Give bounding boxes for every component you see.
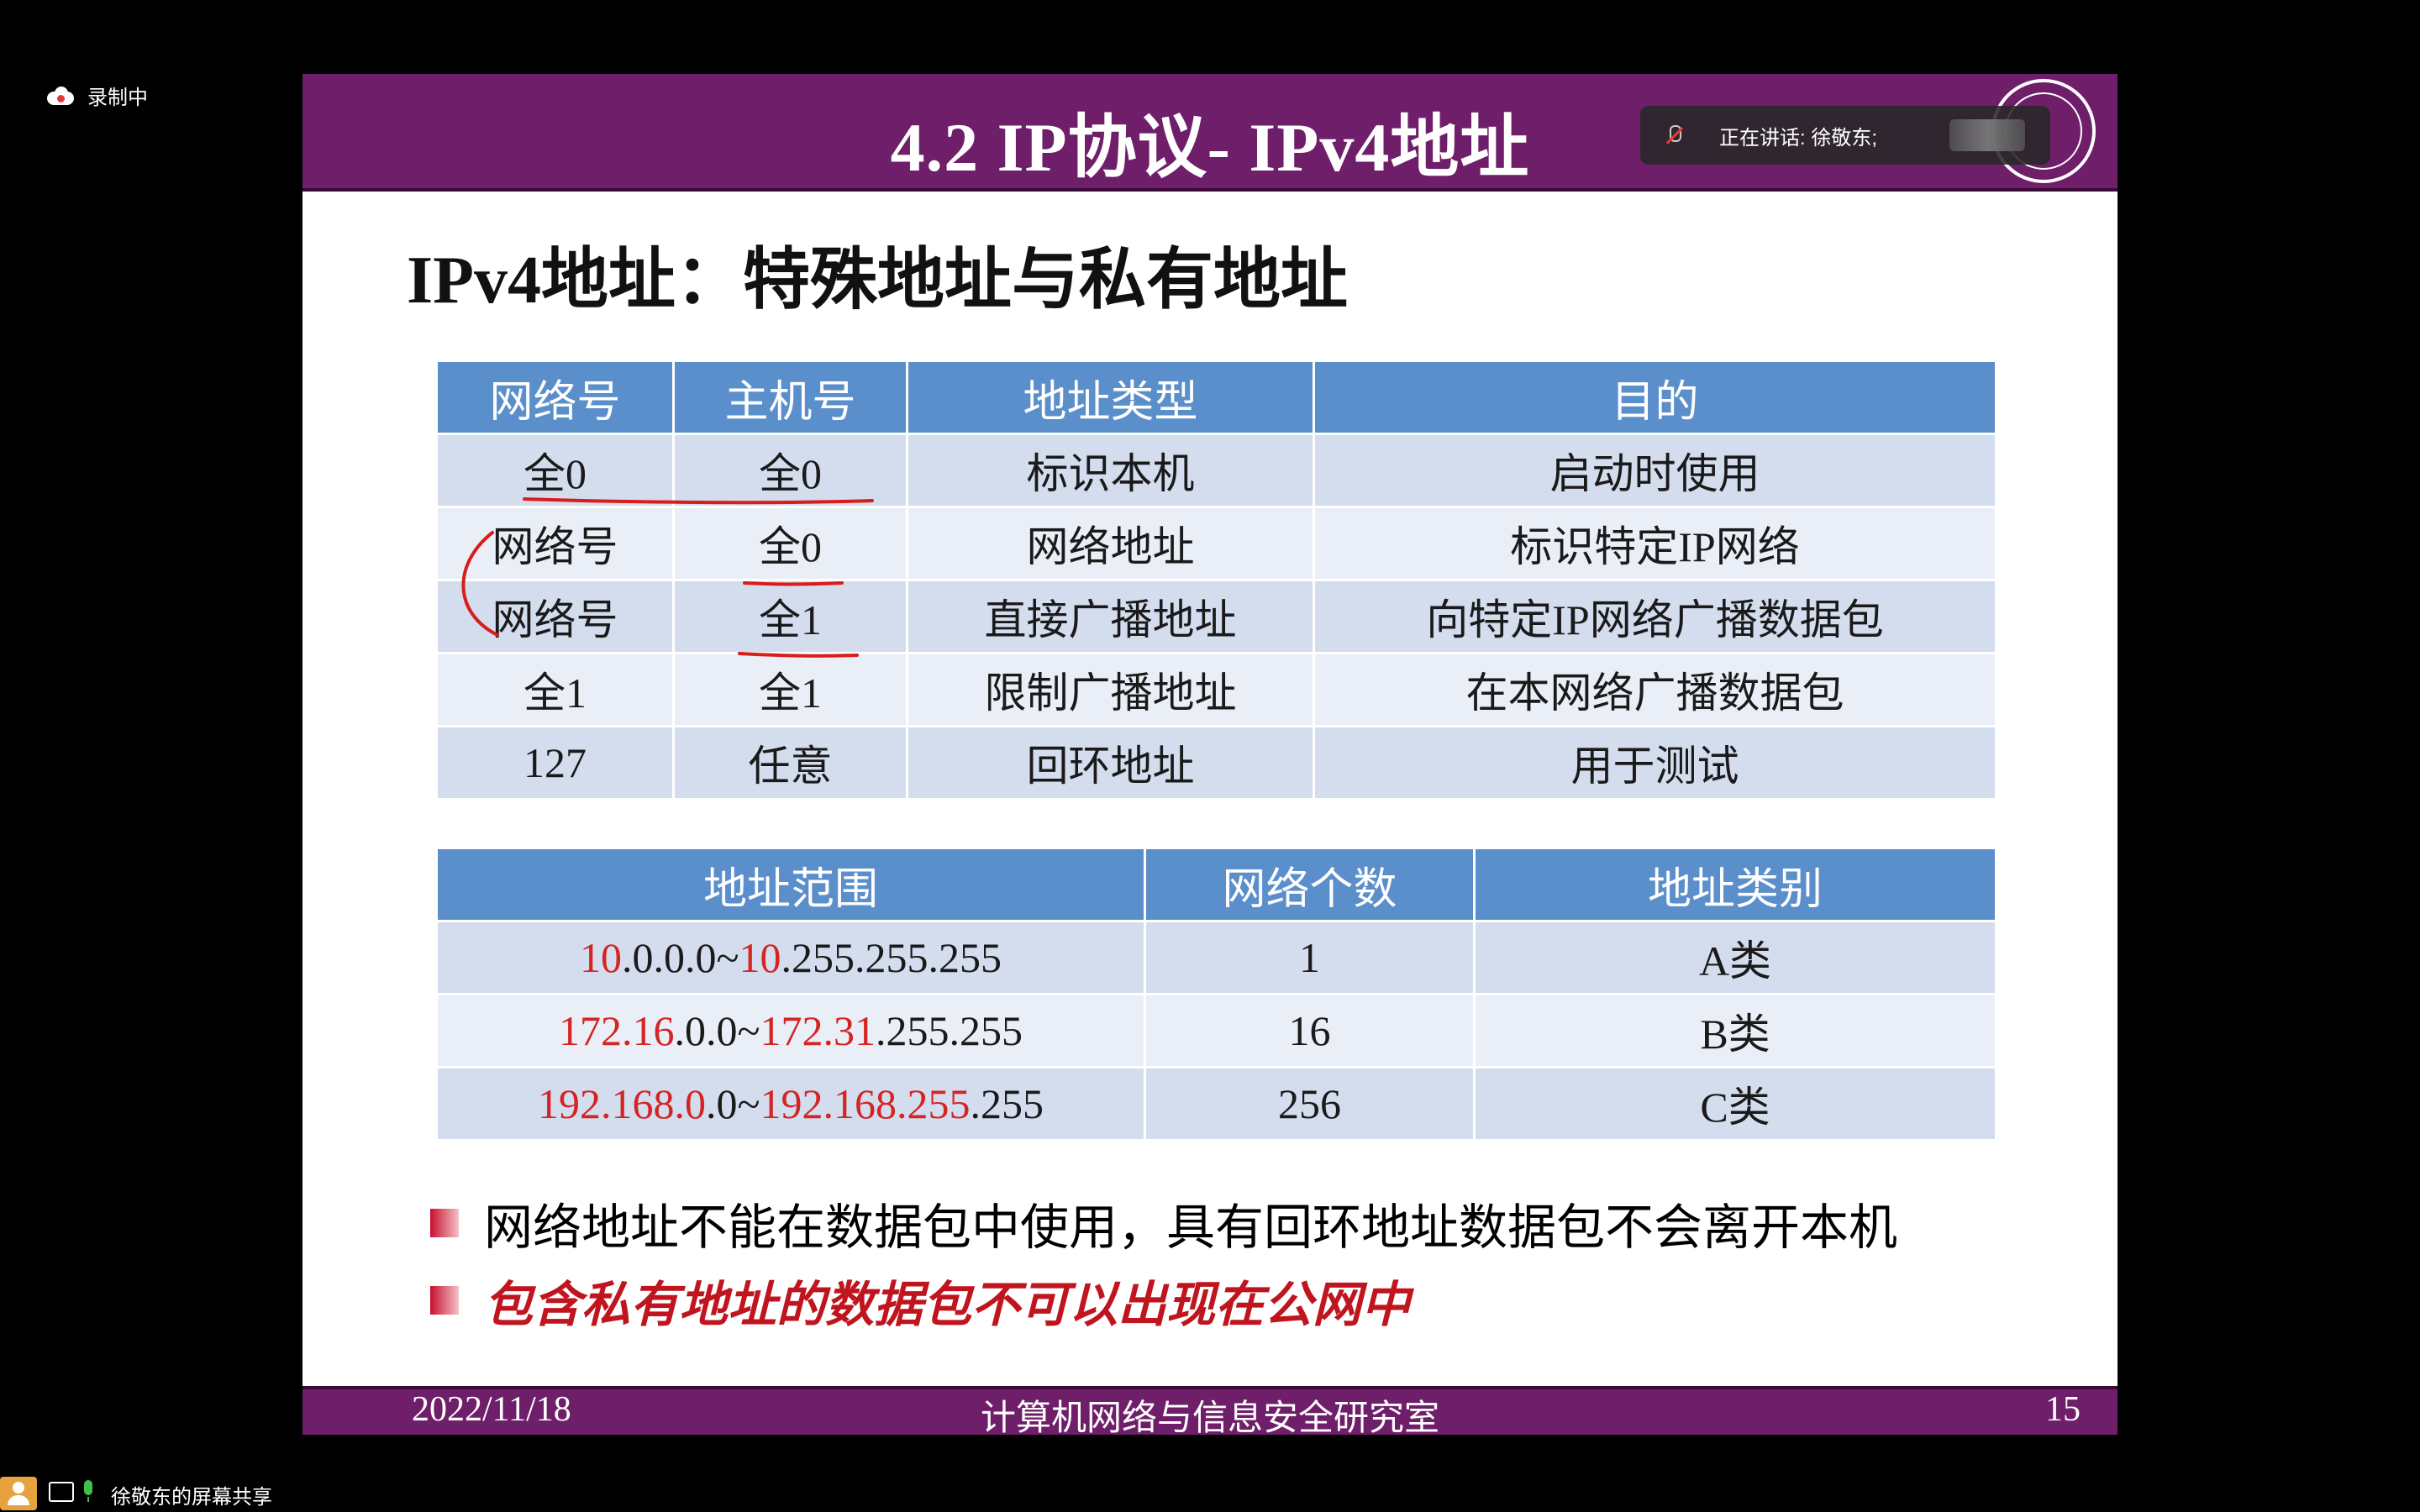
- table-cell: A类: [1473, 920, 1997, 995]
- table-cell: 标识特定IP网络: [1313, 506, 1997, 581]
- recording-label: 录制中: [87, 87, 148, 109]
- table-cell: 网络号: [435, 506, 675, 581]
- header-cell: 目的: [1313, 360, 1997, 435]
- table-row: 172.16.0.0~172.31.255.255 16 B类: [435, 993, 1997, 1068]
- private-address-table: 地址范围 网络个数 地址类别 10.0.0.0~10.255.255.255 1…: [435, 847, 1997, 1142]
- muted-mic-icon: [1662, 123, 1686, 147]
- table-row: 网络号 全1 直接广播地址 向特定IP网络广播数据包: [435, 579, 1997, 654]
- cloud-record-icon: [47, 86, 74, 105]
- header-cell: 地址类别: [1473, 847, 1997, 922]
- bottom-bar: 徐敬东的屏幕共享: [0, 1472, 2420, 1512]
- slide-heading: IPv4地址：特殊地址与私有地址: [407, 244, 1348, 318]
- table-cell: 用于测试: [1313, 725, 1997, 801]
- bullet-item: 包含私有地址的数据包不可以出现在公网中: [430, 1262, 1897, 1339]
- page-number: 15: [2045, 1390, 2081, 1429]
- header-cell: 网络个数: [1144, 847, 1476, 922]
- table-row: 全1 全1 限制广播地址 在本网络广播数据包: [435, 652, 1997, 727]
- table-row: 192.168.0.0~192.168.255.255 256 C类: [435, 1066, 1997, 1142]
- header-cell: 主机号: [672, 360, 908, 435]
- header-cell: 地址范围: [435, 847, 1146, 922]
- table-cell: 127: [435, 725, 675, 801]
- table-cell: 1: [1144, 920, 1476, 995]
- mic-icon[interactable]: [84, 1480, 92, 1502]
- table-cell: 回环地址: [906, 725, 1315, 801]
- table-cell: 在本网络广播数据包: [1313, 652, 1997, 727]
- table-cell: 任意: [672, 725, 908, 801]
- table-cell: 限制广播地址: [906, 652, 1315, 727]
- bullet-text: 网络地址不能在数据包中使用，具有回环地址数据包不会离开本机: [484, 1200, 1898, 1255]
- table-row: 网络号 全0 网络地址 标识特定IP网络: [435, 506, 1997, 581]
- special-address-table: 网络号 主机号 地址类型 目的 全0 全0 标识本机 启动时使用 网络号 全0 …: [435, 360, 1997, 801]
- recording-indicator[interactable]: 录制中: [47, 81, 148, 110]
- table-cell: 全0: [435, 433, 675, 508]
- table-cell: 向特定IP网络广播数据包: [1313, 579, 1997, 654]
- table-cell: 全1: [672, 652, 908, 727]
- table-cell: 全0: [672, 506, 908, 581]
- table-cell: 16: [1144, 993, 1476, 1068]
- table-header-row: 地址范围 网络个数 地址类别: [435, 847, 1997, 922]
- table-cell: B类: [1473, 993, 1997, 1068]
- table-cell: 256: [1144, 1066, 1476, 1142]
- table-cell: 直接广播地址: [906, 579, 1315, 654]
- bullet-text: 包含私有地址的数据包不可以出现在公网中: [484, 1278, 1411, 1332]
- address-range-cell: 172.16.0.0~172.31.255.255: [435, 993, 1146, 1068]
- bullet-item: 网络地址不能在数据包中使用，具有回环地址数据包不会离开本机: [430, 1184, 1897, 1262]
- blurred-participants: [1949, 119, 2025, 151]
- table-cell: 启动时使用: [1313, 433, 1997, 508]
- table-row: 127 任意 回环地址 用于测试: [435, 725, 1997, 801]
- share-label: 徐敬东的屏幕共享: [111, 1486, 272, 1509]
- square-bullet-icon: [430, 1286, 459, 1315]
- table-cell: 全0: [672, 433, 908, 508]
- table-row: 全0 全0 标识本机 启动时使用: [435, 433, 1997, 508]
- table-cell: 网络号: [435, 579, 675, 654]
- header-cell: 地址类型: [906, 360, 1315, 435]
- presentation-slide: 4.2 IP协议- IPv4地址 IPv4地址：特殊地址与私有地址 网络号 主机…: [302, 74, 2118, 1435]
- footer-lab: 计算机网络与信息安全研究室: [980, 1399, 1439, 1435]
- table-cell: C类: [1473, 1066, 1997, 1142]
- slide-footer: 2022/11/18 计算机网络与信息安全研究室 15: [302, 1386, 2118, 1435]
- avatar-icon[interactable]: [0, 1477, 37, 1510]
- square-bullet-icon: [430, 1209, 459, 1237]
- table-cell: 标识本机: [906, 433, 1315, 508]
- speaking-indicator: 正在讲话: 徐敬东;: [1640, 106, 2050, 165]
- address-range-cell: 192.168.0.0~192.168.255.255: [435, 1066, 1146, 1142]
- speaking-text: 正在讲话: 徐敬东;: [1719, 126, 1878, 150]
- table-cell: 全1: [672, 579, 908, 654]
- address-range-cell: 10.0.0.0~10.255.255.255: [435, 920, 1146, 995]
- table-row: 10.0.0.0~10.255.255.255 1 A类: [435, 920, 1997, 995]
- header-cell: 网络号: [435, 360, 675, 435]
- table-cell: 网络地址: [906, 506, 1315, 581]
- screen-share-icon[interactable]: [49, 1482, 74, 1502]
- table-header-row: 网络号 主机号 地址类型 目的: [435, 360, 1997, 435]
- table-cell: 全1: [435, 652, 675, 727]
- bullet-list: 网络地址不能在数据包中使用，具有回环地址数据包不会离开本机 包含私有地址的数据包…: [430, 1184, 1897, 1339]
